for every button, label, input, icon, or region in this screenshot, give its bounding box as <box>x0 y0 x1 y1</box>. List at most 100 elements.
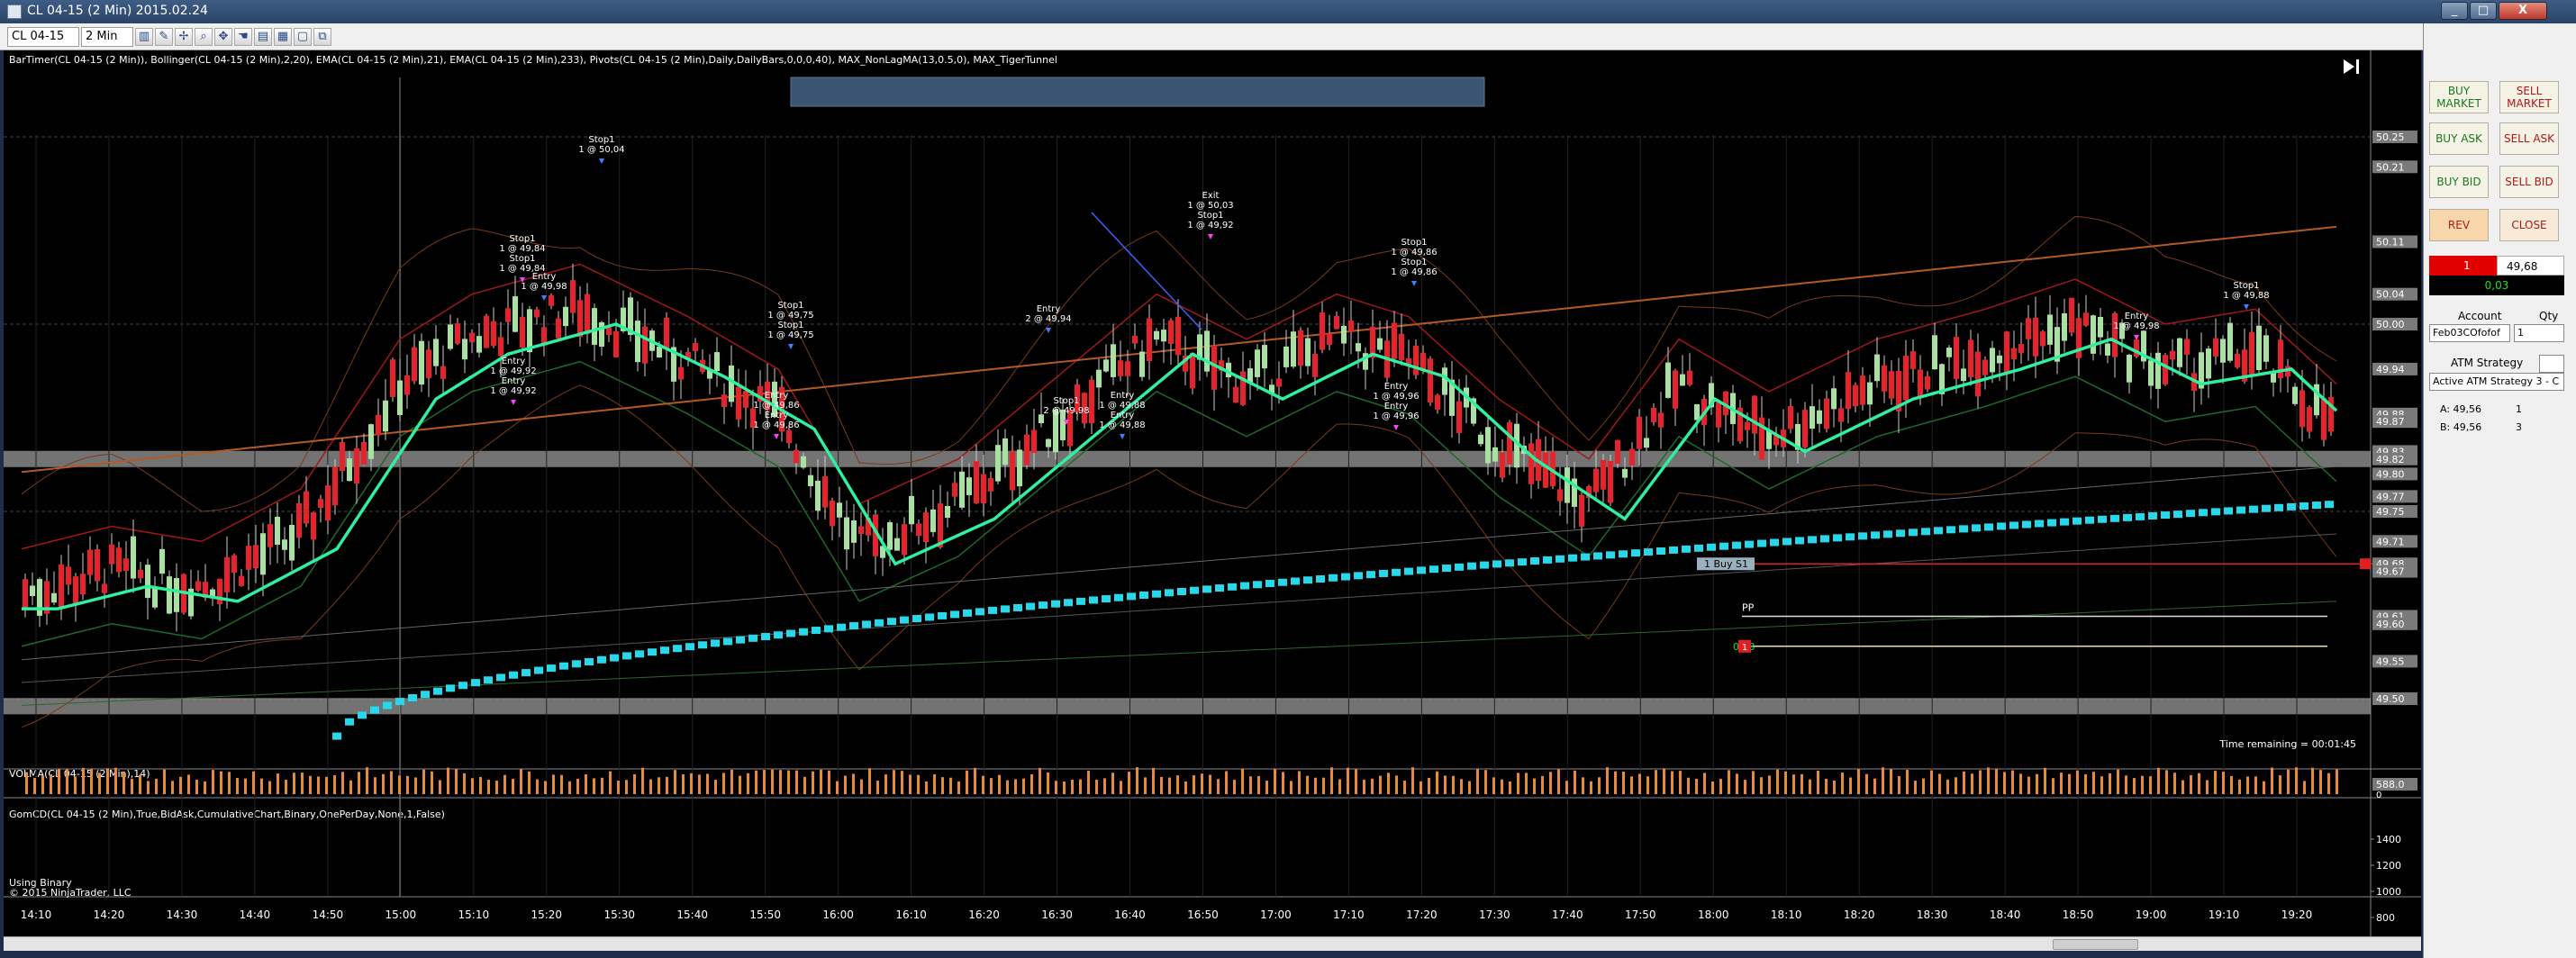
close-position-button[interactable]: CLOSE <box>2499 209 2559 241</box>
volume-bar <box>455 769 458 794</box>
buy-bid-button[interactable]: BUY BID <box>2429 166 2489 198</box>
volume-bar <box>1120 781 1122 794</box>
time-axis-label: 15:00 <box>385 908 417 921</box>
candle-body <box>570 280 576 313</box>
trade-marker-label: 1 @ 49,75 <box>767 311 813 321</box>
volume-bar <box>114 767 117 794</box>
tiger-dot <box>824 625 833 633</box>
candle-body <box>585 294 590 335</box>
tiger-dot <box>1984 523 1993 531</box>
copy-icon[interactable]: ⧉ <box>313 28 331 46</box>
volume-bar <box>325 776 328 794</box>
candle-body <box>2321 397 2327 440</box>
volume-bar <box>1476 768 1479 794</box>
candle-body <box>1838 408 1844 422</box>
price-axis-label: 49.87 <box>2376 416 2405 428</box>
candle-body <box>1291 331 1296 367</box>
candle-body <box>945 505 950 519</box>
instrument-selector[interactable]: CL 04-15 <box>7 27 79 47</box>
candle-body <box>412 347 417 382</box>
volume-bar <box>949 777 952 794</box>
candle-body <box>1903 356 1909 401</box>
atm-strategy-select[interactable]: Active ATM Strategy 3 - C <box>2429 373 2564 391</box>
volume-bar <box>2011 770 2014 794</box>
candle-body <box>2033 317 2038 357</box>
time-axis-label: 17:30 <box>1479 908 1510 921</box>
account-select[interactable]: Feb03COfofof <box>2429 324 2510 342</box>
sell-ask-button[interactable]: SELL ASK <box>2499 122 2559 155</box>
scrollbar-thumb[interactable] <box>2053 939 2138 950</box>
hand-icon[interactable]: ☚ <box>234 28 252 46</box>
time-axis-label: 18:10 <box>1771 908 1802 921</box>
price-axis-label: 50.00 <box>2376 319 2405 330</box>
atm-settings-button[interactable] <box>2539 355 2564 373</box>
horizontal-scrollbar[interactable] <box>4 936 2421 951</box>
candle-body <box>966 477 972 495</box>
volume-bar <box>884 774 887 794</box>
trade-marker-label: Entry <box>502 357 526 366</box>
candle-body <box>887 522 893 550</box>
time-axis-label: 18:40 <box>1990 908 2021 921</box>
zoom-icon[interactable]: ⌕ <box>195 28 213 46</box>
volume-bar <box>690 773 693 794</box>
candle-body <box>830 500 835 527</box>
candle-body <box>239 575 244 586</box>
volume-bar <box>1882 767 1884 794</box>
close-window-button[interactable]: X <box>2499 2 2547 20</box>
volume-bar <box>560 774 563 794</box>
candle-body <box>51 592 57 603</box>
sell-bid-button[interactable]: SELL BID <box>2499 166 2559 198</box>
candle-body <box>1356 343 1361 352</box>
price-axis-label: 49.80 <box>2376 468 2405 480</box>
volume-bar <box>1290 781 1293 794</box>
properties-icon[interactable]: ✥ <box>214 28 232 46</box>
candle-body <box>952 483 957 497</box>
volume-bar <box>195 779 198 794</box>
interval-selector[interactable]: 2 Min <box>81 27 133 47</box>
buy-market-button[interactable]: BUY MARKET <box>2429 81 2489 113</box>
volume-bar <box>503 774 506 794</box>
candle-body <box>801 456 806 468</box>
tiger-dot <box>900 616 909 624</box>
time-axis-label: 19:00 <box>2136 908 2167 921</box>
strategy-icon[interactable]: ▦ <box>274 28 292 46</box>
candle-body <box>2127 354 2132 383</box>
volume-bar <box>1606 767 1609 794</box>
candle-body <box>419 340 424 385</box>
indicators-icon[interactable]: ▤ <box>254 28 272 46</box>
minimize-button[interactable]: _ <box>2441 2 2468 20</box>
sell-market-button[interactable]: SELL MARKET <box>2499 81 2559 113</box>
volume-bar <box>1679 771 1682 794</box>
candle-body <box>815 480 821 511</box>
price-chart[interactable]: BarTimer(CL 04-15 (2 Min)), Bollinger(CL… <box>4 50 2421 936</box>
buy-s1-label: 1 Buy S1 <box>1704 558 1748 570</box>
trade-marker-label: 1 @ 49,86 <box>1391 248 1437 258</box>
tiger-dot <box>1429 565 1438 574</box>
candle-body <box>1687 370 1692 385</box>
window-icon[interactable]: ▢ <box>294 28 312 46</box>
volume-bar <box>1695 779 1698 794</box>
reverse-button[interactable]: REV <box>2429 209 2489 241</box>
crosshair-icon[interactable]: ✢ <box>175 28 193 46</box>
volume-bar <box>349 780 352 794</box>
maximize-button[interactable]: □ <box>2470 2 2497 20</box>
volume-bar <box>317 776 320 794</box>
tiger-dot <box>673 645 682 653</box>
indicator-header: BarTimer(CL 04-15 (2 Min)), Bollinger(CL… <box>9 54 1057 66</box>
candle-body <box>1024 434 1029 465</box>
tiger-dot <box>484 676 493 684</box>
position-display: 1 49,68 0,03 <box>2429 256 2564 295</box>
volume-bar <box>236 778 239 794</box>
qty-stepper[interactable]: 1 <box>2514 324 2564 342</box>
volume-bar <box>1995 768 1998 794</box>
candle-body <box>1601 459 1606 490</box>
volume-bar <box>1338 779 1341 794</box>
buy-ask-button[interactable]: BUY ASK <box>2429 122 2489 155</box>
candle-body <box>1492 447 1498 462</box>
pencil-icon[interactable]: ✎ <box>155 28 173 46</box>
candle-body <box>1147 318 1152 362</box>
chart-area[interactable]: BarTimer(CL 04-15 (2 Min)), Bollinger(CL… <box>4 50 2421 951</box>
candle-body <box>1399 333 1404 360</box>
bar-style-icon[interactable]: ▥ <box>135 28 153 46</box>
volume-bar <box>2117 769 2119 794</box>
